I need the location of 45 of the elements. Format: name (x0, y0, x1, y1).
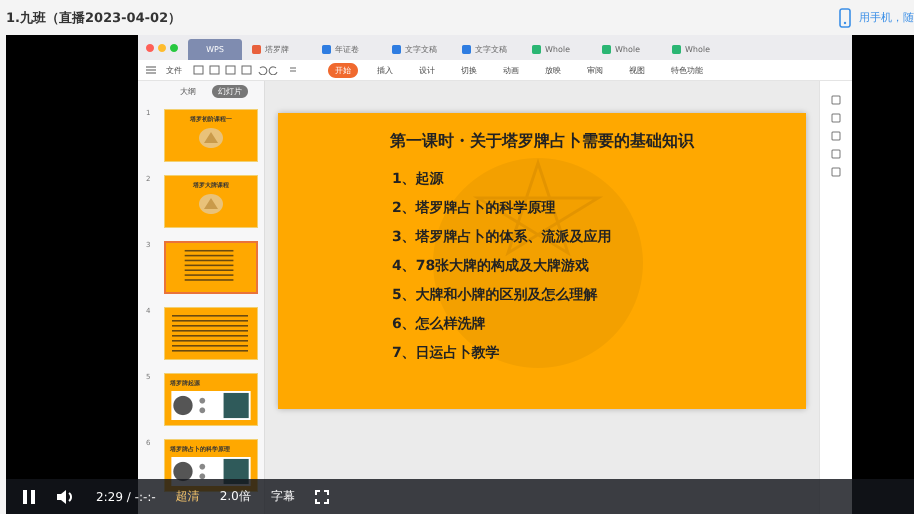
panel-tab[interactable]: 幻灯片 (212, 84, 248, 98)
emblem-icon (198, 193, 224, 215)
slide-thumbnail[interactable] (164, 241, 258, 294)
document-tab[interactable]: Whole (526, 39, 592, 60)
file-menu[interactable]: 文件 (166, 64, 182, 76)
pause-button[interactable] (22, 488, 36, 504)
slide-list-item: 4、78张大牌的构成及大牌游戏 (392, 257, 590, 275)
slide-list-item: 2、塔罗牌占卜的科学原理 (392, 199, 557, 217)
page-title: 1.九班（直播2023-04-02） (6, 10, 182, 26)
document-tab[interactable]: 文字文稿 (456, 39, 522, 60)
document-tab[interactable]: 塔罗牌 (246, 39, 312, 60)
document-tab[interactable]: Whole (666, 39, 732, 60)
subtitles-button[interactable]: 字幕 (270, 488, 295, 505)
document-tab[interactable]: Whole (596, 39, 662, 60)
slide-list-item: 5、大牌和小牌的区别及怎么理解 (392, 286, 599, 304)
playback-time: 2:29 / -:-:- (96, 490, 156, 504)
ribbon-tab[interactable]: 插入 (370, 62, 400, 78)
tab-label: 文字文稿 (405, 44, 437, 55)
tab-label: Whole (685, 45, 710, 54)
slide-list-item: 7、日运占卜教学 (392, 344, 501, 362)
tab-label: 文字文稿 (475, 44, 507, 55)
ribbon-tab[interactable]: 放映 (538, 62, 568, 78)
slide-title: 第一课时・关于塔罗牌占卜需要的基础知识 (390, 131, 694, 152)
ribbon-tab[interactable]: 切换 (454, 62, 484, 78)
ribbon-tab[interactable]: 审阅 (580, 62, 610, 78)
tab-label: Whole (545, 45, 570, 54)
panel-tab[interactable]: 大纲 (174, 84, 202, 98)
tab-label: WPS (206, 45, 224, 54)
slide-list-item: 6、怎么样洗牌 (392, 315, 487, 333)
fullscreen-button[interactable] (314, 490, 329, 504)
menu-icon[interactable] (146, 66, 156, 74)
slide-thumbnail[interactable] (164, 307, 258, 360)
document-tab[interactable]: 文字文稿 (386, 39, 452, 60)
tab-label: 塔罗牌 (265, 44, 289, 55)
ribbon-tab[interactable]: 特色功能 (664, 62, 710, 78)
emblem-icon (198, 127, 224, 149)
ribbon-tab[interactable]: 视图 (622, 62, 652, 78)
slide-list-item: 3、塔罗牌占卜的体系、流派及应用 (392, 228, 612, 246)
ribbon-tab[interactable]: 设计 (412, 62, 442, 78)
tab-label: 年证卷 (335, 44, 359, 55)
ribbon-tab[interactable]: 动画 (496, 62, 526, 78)
phone-icon (839, 8, 851, 28)
slide-list-item: 1、起源 (392, 170, 445, 188)
document-tab[interactable]: 年证卷 (316, 39, 382, 60)
tab-label: Whole (615, 45, 640, 54)
